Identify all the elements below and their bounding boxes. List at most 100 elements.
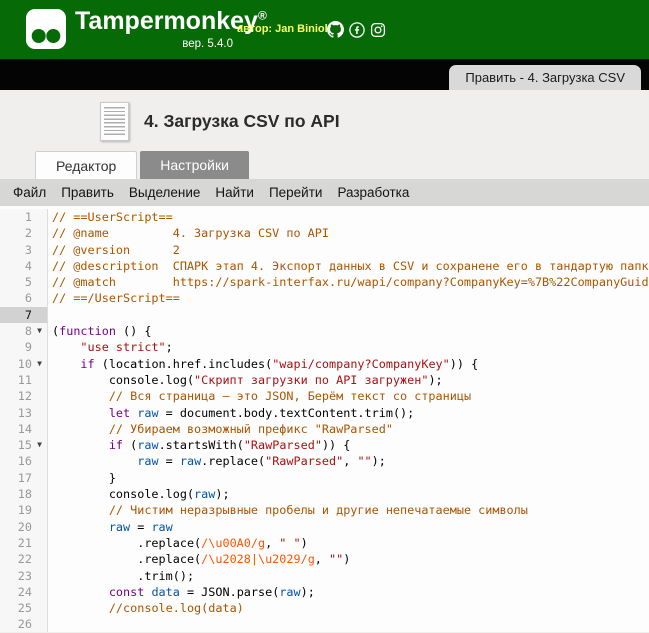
- code-line[interactable]: 7: [0, 307, 649, 323]
- registered-mark: ®: [258, 9, 267, 23]
- code-line[interactable]: 11 console.log("Скрипт загрузки по API з…: [0, 372, 649, 388]
- code-token: raw: [137, 454, 158, 468]
- tab-settings[interactable]: Настройки: [140, 151, 249, 179]
- code-line[interactable]: 17 }: [0, 470, 649, 486]
- line-number: 23: [2, 568, 32, 584]
- code-line[interactable]: 19 // Чистим неразрывные пробелы и други…: [0, 502, 649, 518]
- code-token: (location.href.includes(: [95, 357, 273, 371]
- github-icon[interactable]: [327, 21, 344, 38]
- line-number: 18: [2, 486, 32, 502]
- menu-item[interactable]: Править: [61, 185, 114, 200]
- code-line[interactable]: 13 let raw = document.body.textContent.t…: [0, 405, 649, 421]
- fold-spacer: [32, 388, 47, 404]
- code-line[interactable]: 18 console.log(raw);: [0, 486, 649, 502]
- menu-item[interactable]: Найти: [215, 185, 254, 200]
- code-line[interactable]: 8▼(function () {: [0, 323, 649, 339]
- facebook-icon[interactable]: [349, 22, 365, 38]
- tab-editor[interactable]: Редактор: [35, 151, 137, 179]
- code-line[interactable]: 5// @match https://spark-interfax.ru/wap…: [0, 274, 649, 290]
- code-line[interactable]: 9 "use strict";: [0, 339, 649, 355]
- code-line[interactable]: 3// @version 2: [0, 242, 649, 258]
- code-token: //console.log(data): [109, 601, 244, 615]
- menu-item[interactable]: Перейти: [269, 185, 323, 200]
- line-gutter: 6: [0, 290, 48, 306]
- code-line[interactable]: 23 .trim();: [0, 568, 649, 584]
- line-number: 24: [2, 584, 32, 600]
- code-line-text: console.log(raw);: [48, 486, 230, 502]
- code-line[interactable]: 21 .replace(/\u00A0/g, " "): [0, 535, 649, 551]
- fold-spacer: [32, 307, 47, 323]
- code-line[interactable]: 14 // Убираем возможный префикс "RawPars…: [0, 421, 649, 437]
- code-token: .startsWith(: [159, 438, 244, 452]
- code-line[interactable]: 10▼ if (location.href.includes("wapi/com…: [0, 356, 649, 372]
- line-gutter: 23: [0, 568, 48, 584]
- code-token: // Убираем возможный префикс "RawParsed": [109, 422, 393, 436]
- code-token: const: [109, 585, 145, 599]
- code-line[interactable]: 12 // Вся страница — это JSON, Берём тек…: [0, 388, 649, 404]
- line-gutter: 22: [0, 551, 48, 567]
- code-token: );: [372, 454, 386, 468]
- code-line-text: const data = JSON.parse(raw);: [48, 584, 315, 600]
- code-token: // ==/UserScript==: [52, 291, 180, 305]
- code-line-text: // @description СПАРК этап 4. Экспорт да…: [48, 258, 649, 274]
- line-gutter: 15▼: [0, 437, 48, 453]
- code-line[interactable]: 2// @name 4. Загрузка CSV по API: [0, 225, 649, 241]
- code-token: console.log(: [52, 487, 194, 501]
- fold-arrow-icon[interactable]: ▼: [32, 323, 47, 339]
- app-header: Tampermonkey® вер. 5.4.0 автор: Jan Bini…: [0, 0, 649, 59]
- code-line[interactable]: 24 const data = JSON.parse(raw);: [0, 584, 649, 600]
- fold-spacer: [32, 616, 47, 632]
- line-gutter: 11: [0, 372, 48, 388]
- fold-arrow-icon[interactable]: ▼: [32, 356, 47, 372]
- fold-arrow-icon[interactable]: ▼: [32, 437, 47, 453]
- code-line-text: (function () {: [48, 323, 151, 339]
- line-number: 16: [2, 453, 32, 469]
- menu-item[interactable]: Файл: [13, 185, 46, 200]
- code-token: );: [301, 585, 315, 599]
- code-line[interactable]: 4 // @description СПАРК этап 4. Экспорт д…: [0, 258, 649, 274]
- code-line[interactable]: 1// ==UserScript==: [0, 209, 649, 225]
- code-token: "Скрипт загрузки по API загружен": [194, 373, 428, 387]
- code-token: [52, 520, 109, 534]
- window-tab-edit-script[interactable]: Править - 4. Загрузка CSV: [449, 65, 641, 90]
- code-line[interactable]: 15▼ if (raw.startsWith("RawParsed")) {: [0, 437, 649, 453]
- code-line-text: if (raw.startsWith("RawParsed")) {: [48, 437, 350, 453]
- code-token: raw: [180, 454, 201, 468]
- menu-item[interactable]: Выделение: [129, 185, 201, 200]
- code-line[interactable]: 22 .replace(/\u2028|\u2029/g, ""): [0, 551, 649, 567]
- menu-item[interactable]: Разработка: [337, 185, 409, 200]
- line-number: 5: [2, 274, 32, 290]
- code-token: ,: [265, 536, 279, 550]
- code-token: [52, 454, 137, 468]
- code-token: .replace(: [52, 536, 201, 550]
- line-gutter: 14: [0, 421, 48, 437]
- code-line-text: raw = raw: [48, 519, 173, 535]
- code-line[interactable]: 16 raw = raw.replace("RawParsed", "");: [0, 453, 649, 469]
- code-token: () {: [116, 324, 152, 338]
- line-number: 6: [2, 290, 32, 306]
- code-token: .replace(: [52, 552, 201, 566]
- code-token: console.log(: [52, 373, 194, 387]
- fold-spacer: [32, 209, 47, 225]
- code-line[interactable]: 26: [0, 616, 649, 632]
- fold-spacer: [32, 421, 47, 437]
- code-token: raw: [151, 520, 172, 534]
- code-line[interactable]: 25 //console.log(data): [0, 600, 649, 616]
- script-title-row: 4. Загрузка CSV по API: [0, 90, 649, 142]
- code-editor[interactable]: 1// ==UserScript==2// @name 4. Загрузка …: [0, 206, 649, 632]
- code-line-text: .trim();: [48, 568, 194, 584]
- line-number: 4: [2, 258, 32, 274]
- instagram-icon[interactable]: [370, 22, 386, 38]
- line-number: 12: [2, 388, 32, 404]
- code-line[interactable]: 20 raw = raw: [0, 519, 649, 535]
- line-gutter: 1: [0, 209, 48, 225]
- line-gutter: 2: [0, 225, 48, 241]
- fold-spacer: [32, 258, 47, 274]
- code-token: )) {: [450, 357, 478, 371]
- code-token: data: [151, 585, 179, 599]
- author-label: автор: Jan Biniok: [237, 23, 331, 35]
- code-token: raw: [194, 487, 215, 501]
- code-token: ;: [166, 340, 173, 354]
- code-line[interactable]: 6 // ==/UserScript==: [0, 290, 649, 306]
- code-token: );: [215, 487, 229, 501]
